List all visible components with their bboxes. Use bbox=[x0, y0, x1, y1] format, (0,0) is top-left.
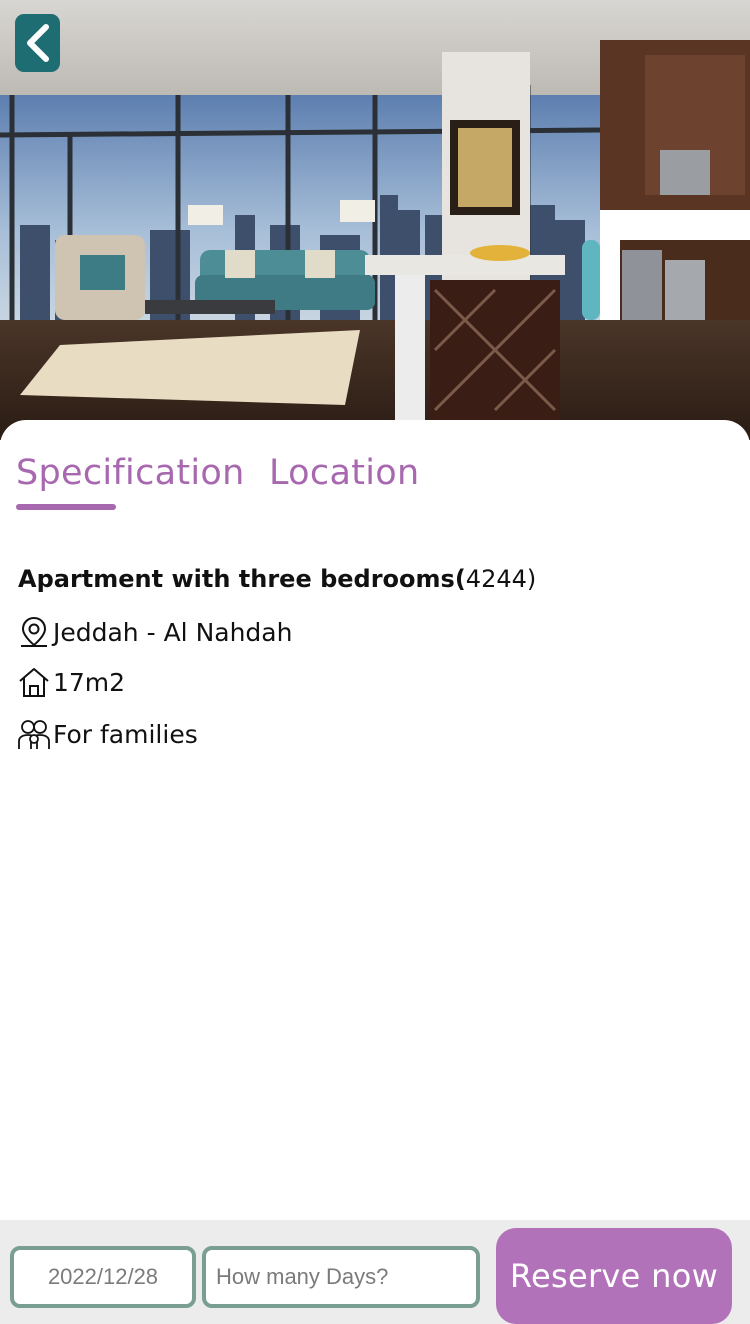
days-input[interactable] bbox=[216, 1264, 466, 1290]
home-icon bbox=[19, 668, 49, 697]
listing-title-text: Apartment with three bedrooms( bbox=[18, 565, 466, 593]
listing-id: 4244 bbox=[465, 565, 527, 593]
listing-id-close: ) bbox=[526, 565, 537, 593]
audience-text: For families bbox=[53, 719, 198, 749]
booking-bar: 2022/12/28 Reserve now bbox=[0, 1220, 750, 1324]
reserve-button[interactable]: Reserve now bbox=[496, 1228, 732, 1324]
hero-image bbox=[0, 0, 750, 440]
chevron-left-icon bbox=[26, 24, 49, 62]
map-pin-icon bbox=[21, 616, 47, 647]
back-button[interactable] bbox=[15, 14, 60, 72]
tab-location[interactable]: Location bbox=[269, 450, 419, 496]
tab-bar: Specification Location bbox=[16, 450, 716, 510]
days-field[interactable] bbox=[202, 1246, 480, 1308]
family-icon bbox=[18, 720, 50, 749]
active-tab-indicator bbox=[16, 504, 116, 510]
location-row: Jeddah - Al Nahdah bbox=[17, 613, 292, 651]
tab-specification[interactable]: Specification bbox=[16, 450, 245, 496]
listing-title: Apartment with three bedrooms(4244) bbox=[18, 560, 536, 598]
area-text: 17m2 bbox=[53, 667, 126, 697]
location-text: Jeddah - Al Nahdah bbox=[53, 617, 293, 647]
audience-row: For families bbox=[17, 715, 198, 753]
details-card: Specification Location Apartment with th… bbox=[0, 420, 750, 1220]
area-row: 17m2 bbox=[17, 663, 125, 701]
date-value: 2022/12/28 bbox=[47, 1264, 159, 1289]
date-field[interactable]: 2022/12/28 bbox=[10, 1246, 196, 1308]
